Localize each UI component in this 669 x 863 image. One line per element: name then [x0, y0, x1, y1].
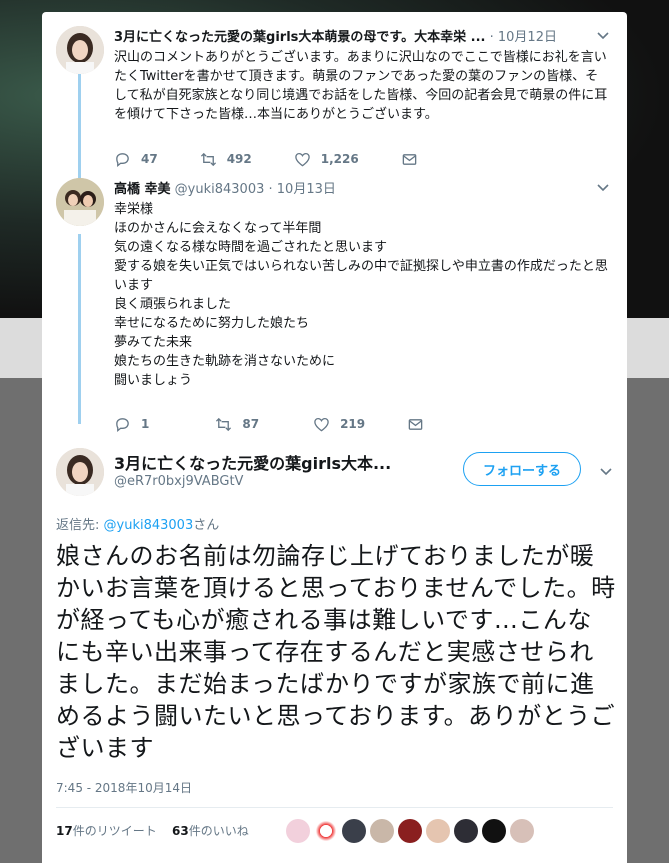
follow-button[interactable]: フォローする	[463, 452, 581, 486]
like-icon	[314, 417, 329, 431]
dm-icon	[402, 153, 417, 165]
like-count: 219	[340, 417, 366, 431]
like-count: 1,226	[320, 152, 359, 166]
retweet-icon	[200, 152, 216, 166]
reply-context: 返信先: @yuki843003さん	[56, 514, 219, 533]
reply-action[interactable]: 1	[114, 416, 149, 433]
tweet-line: 幸せになるために努力した娘たち	[114, 316, 310, 331]
author-handle[interactable]: @eR7r0bxj9VABGtV	[114, 474, 243, 489]
tweet-2[interactable]: 高橋 幸美 @yuki843003 · 10月13日 幸栄様 ほのかさんに会えな…	[42, 178, 627, 432]
tweet-actions: 47 492 1,226	[114, 149, 611, 169]
tweet-line: 良く頑張られました	[114, 297, 232, 312]
separator: ·	[268, 182, 277, 197]
tweet-timestamp[interactable]: 7:45 - 2018年10月14日	[56, 779, 192, 796]
tweet-date[interactable]: 10月13日	[277, 182, 336, 197]
author-name[interactable]: 3月に亡くなった元愛の葉girls大本萌景の母です。大本幸栄 ...	[114, 30, 485, 45]
divider	[56, 807, 613, 808]
reply-icon	[116, 417, 129, 432]
tweet-stats: 17件のリツイート 63件のいいね	[56, 822, 249, 839]
tweet-text: 沢山のコメントありがとうございます。あまりに沢山なのでここで皆様にお礼を言いたく…	[114, 50, 608, 122]
chevron-down-icon[interactable]	[595, 28, 611, 44]
like-stat[interactable]: 63件のいいね	[172, 824, 249, 838]
chevron-down-icon[interactable]	[598, 464, 614, 480]
author-name[interactable]: 3月に亡くなった元愛の葉girls大本...	[114, 450, 391, 474]
dm-icon	[408, 418, 423, 430]
avatar[interactable]	[56, 448, 104, 496]
dm-action[interactable]	[407, 416, 434, 433]
tweet-header: 3月に亡くなった元愛の葉girls大本萌景の母です。大本幸栄 ... · 10月…	[114, 26, 611, 48]
liker-avatars	[286, 819, 538, 843]
tweet-line: ほのかさんに会えなくなって半年間	[114, 221, 322, 236]
tweet-actions: 1 87 219	[114, 414, 611, 434]
retweet-count: 87	[242, 417, 260, 431]
reply-count: 1	[141, 417, 150, 431]
like-action[interactable]: 219	[313, 416, 365, 433]
main-tweet-text: 娘さんのお名前は勿論存じ上げておりましたが暖かいお言葉を頂けると思っておりません…	[56, 542, 616, 762]
retweet-stat-label: 件のリツイート	[72, 824, 157, 838]
like-action[interactable]: 1,226	[294, 151, 359, 168]
liker-avatar[interactable]	[510, 819, 534, 843]
tweet-line: 幸栄様	[114, 202, 154, 217]
like-icon	[294, 152, 310, 166]
tweet-line: 気の遠くなる様な時間を過ごされたと思います	[114, 240, 388, 255]
avatar[interactable]	[56, 178, 104, 226]
reply-icon	[116, 152, 129, 167]
tweet-line: 夢みてた未来	[114, 335, 193, 350]
liker-avatar[interactable]	[370, 819, 394, 843]
tweet-1[interactable]: 3月に亡くなった元愛の葉girls大本萌景の母です。大本幸栄 ... · 10月…	[42, 26, 627, 169]
avatar[interactable]	[56, 26, 104, 74]
retweet-action[interactable]: 492	[200, 151, 252, 168]
liker-avatar[interactable]	[286, 819, 310, 843]
liker-avatar[interactable]	[454, 819, 478, 843]
reply-action[interactable]: 47	[114, 151, 158, 168]
retweet-count: 492	[226, 152, 252, 166]
liker-avatar[interactable]	[398, 819, 422, 843]
retweet-stat-count: 17	[56, 824, 73, 838]
liker-avatar[interactable]	[482, 819, 506, 843]
tweet-text: 幸栄様 ほのかさんに会えなくなって半年間 気の遠くなる様な時間を過ごされたと思い…	[114, 200, 611, 390]
like-stat-count: 63	[171, 824, 189, 838]
reply-prefix: 返信先:	[56, 518, 104, 533]
like-stat-label: 件のいいね	[188, 824, 249, 838]
tweet-line: 娘たちの生きた軌跡を消さないために	[114, 354, 336, 369]
tweet-line: 闘いましょう	[114, 373, 193, 388]
retweet-icon	[216, 417, 232, 431]
tweet-card: 3月に亡くなった元愛の葉girls大本萌景の母です。大本幸栄 ... · 10月…	[42, 12, 627, 863]
retweet-action[interactable]: 87	[215, 416, 259, 433]
reply-count: 47	[141, 152, 158, 166]
tweet-date[interactable]: 10月12日	[498, 30, 557, 45]
reply-mention-link[interactable]: @yuki843003	[104, 518, 194, 533]
tweet-line: 愛する娘を失い正気ではいられない苦しみの中で証拠探しや申立書の作成だったと思いま…	[114, 259, 608, 293]
retweet-stat[interactable]: 17件のリツイート	[56, 824, 157, 838]
dm-action[interactable]	[401, 151, 428, 168]
tweet-header: 高橋 幸美 @yuki843003 · 10月13日	[114, 178, 611, 200]
author-handle[interactable]: @yuki843003	[175, 182, 265, 197]
liker-avatar[interactable]	[426, 819, 450, 843]
liker-avatar[interactable]	[314, 819, 338, 843]
liker-avatar[interactable]	[342, 819, 366, 843]
reply-suffix: さん	[193, 518, 220, 533]
separator: ·	[489, 30, 498, 45]
author-name[interactable]: 高橋 幸美	[114, 182, 171, 197]
chevron-down-icon[interactable]	[595, 180, 611, 196]
